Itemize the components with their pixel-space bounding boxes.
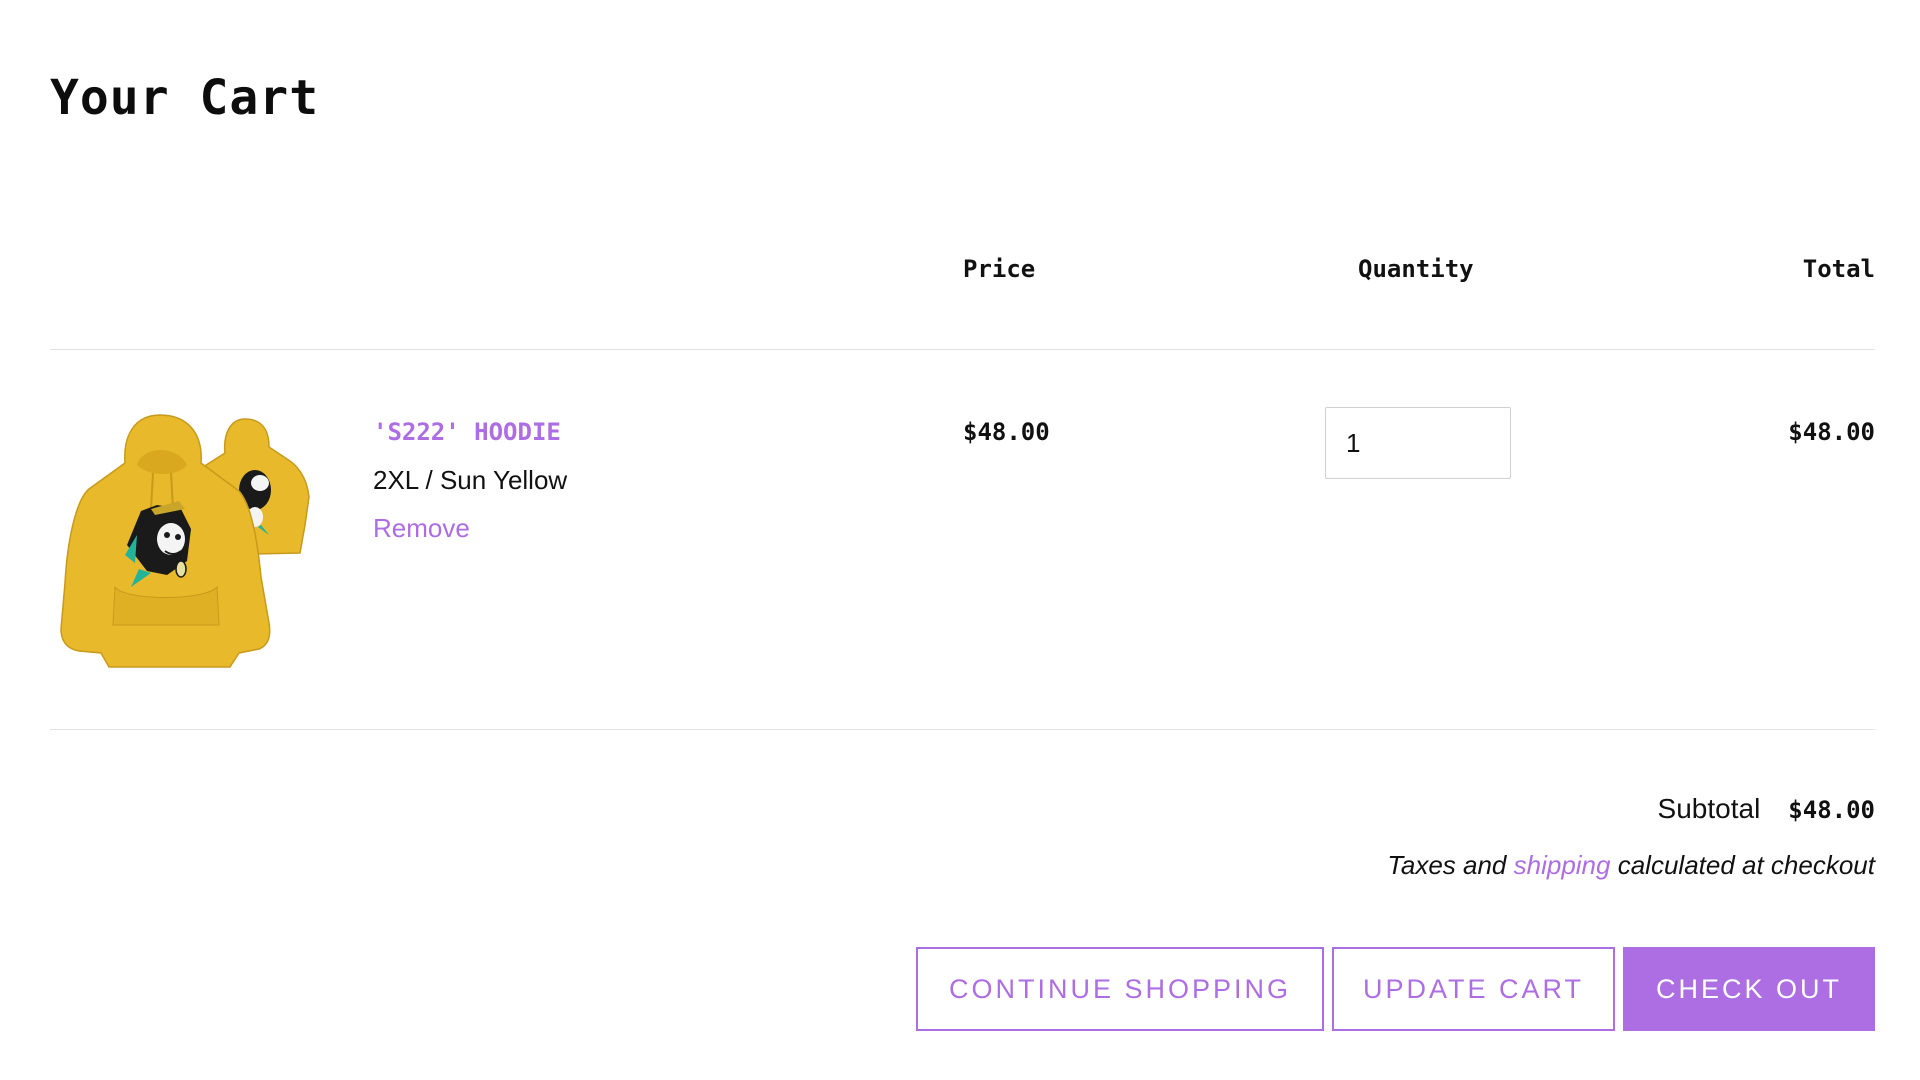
subtotal-label: Subtotal: [1657, 793, 1761, 824]
item-line-total: $48.00: [1788, 418, 1875, 446]
column-header-price: Price: [963, 255, 1036, 283]
divider-bottom: [50, 729, 1875, 730]
product-variant: 2XL / Sun Yellow: [373, 465, 568, 495]
tax-note-prefix: Taxes and: [1387, 850, 1507, 880]
column-header-total: Total: [1802, 255, 1875, 283]
tax-note-suffix: calculated at checkout: [1617, 850, 1875, 880]
subtotal-value: $48.00: [1788, 796, 1875, 824]
update-cart-button[interactable]: UPDATE CART: [1332, 947, 1615, 1031]
item-price: $48.00: [963, 418, 1050, 446]
continue-shopping-button[interactable]: CONTINUE SHOPPING: [916, 947, 1324, 1031]
product-title-link[interactable]: 'S222' HOODIE: [373, 418, 561, 446]
shipping-link[interactable]: shipping: [1514, 850, 1611, 880]
column-header-quantity: Quantity: [1358, 255, 1474, 283]
remove-item-link[interactable]: Remove: [373, 513, 470, 544]
page-title: Your Cart: [50, 70, 320, 126]
check-out-button[interactable]: CHECK OUT: [1623, 947, 1875, 1031]
divider-top: [50, 349, 1875, 350]
product-image-link[interactable]: [55, 405, 315, 670]
subtotal-row: Subtotal $48.00: [1658, 793, 1875, 825]
yellow-hoodie-image: [60, 414, 310, 668]
tax-note: Taxes and shipping calculated at checkou…: [1387, 850, 1875, 881]
quantity-input[interactable]: [1325, 407, 1511, 479]
